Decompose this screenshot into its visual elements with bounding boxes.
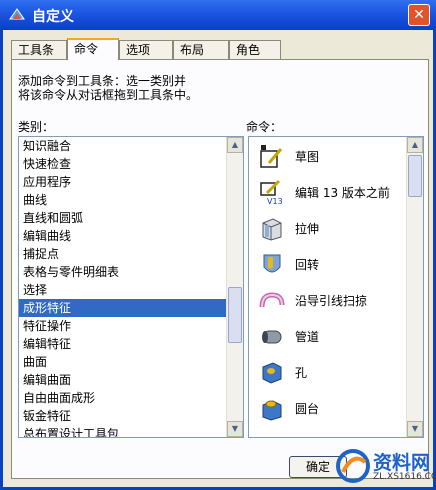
categories-items: 知识融合 快速检查 应用程序 曲线 直线和圆弧 编辑曲线 捕捉点 表格与零件明细… — [19, 137, 243, 437]
list-item[interactable]: 表格与零件明细表 — [19, 263, 243, 281]
watermark-text: 资料网 — [373, 452, 431, 474]
command-edit-v13[interactable]: V13 编辑 13 版本之前 — [255, 175, 405, 211]
list-item[interactable]: 曲线 — [19, 191, 243, 209]
sweep-along-guide-icon — [259, 292, 285, 308]
list-item[interactable]: 自由曲面成形 — [19, 389, 243, 407]
svg-text:V13: V13 — [267, 197, 283, 205]
list-item[interactable]: 编辑曲线 — [19, 227, 243, 245]
hole-icon — [262, 362, 282, 384]
scroll-thumb[interactable] — [228, 287, 242, 343]
watermark-logo-icon — [336, 449, 370, 483]
window-title: 自定义 — [32, 9, 74, 25]
tab-roles[interactable]: 角色 — [229, 40, 281, 59]
list-item[interactable]: 快速检查 — [19, 155, 243, 173]
command-label: 拉伸 — [295, 222, 320, 236]
list-item[interactable]: 钣金特征 — [19, 407, 243, 425]
command-label: 草图 — [295, 150, 320, 164]
customize-dialog: 自定义 ✕ 工具条 命令 选项 布局 角色 添加命令到工具条：选一类别并 将该命… — [0, 0, 436, 490]
watermark-url: ZL.XS1616.COM — [373, 472, 436, 482]
tab-commands[interactable]: 命令 — [67, 38, 119, 60]
watermark: 资料网 ZL.XS1616.COM — [333, 444, 436, 488]
extrude-icon — [262, 218, 282, 241]
list-item[interactable]: 编辑曲面 — [19, 371, 243, 389]
list-item[interactable]: 应用程序 — [19, 173, 243, 191]
list-item[interactable]: 选择 — [19, 281, 243, 299]
list-item[interactable]: 总布置设计工具包 — [19, 425, 243, 437]
command-extrude[interactable]: 拉伸 — [255, 211, 405, 247]
list-item[interactable]: 编辑特征 — [19, 335, 243, 353]
list-item[interactable]: 直线和圆弧 — [19, 209, 243, 227]
command-sketch[interactable]: 草图 — [255, 139, 405, 175]
list-item[interactable]: 特征操作 — [19, 317, 243, 335]
scroll-up-arrow-icon[interactable]: ▲ — [407, 137, 423, 153]
close-button[interactable]: ✕ — [408, 4, 430, 26]
tab-toolbars[interactable]: 工具条 — [11, 40, 67, 59]
command-label: 管道 — [295, 330, 320, 344]
tab-options[interactable]: 选项 — [119, 40, 173, 59]
categories-scrollbar[interactable]: ▲ ▼ — [226, 137, 243, 437]
scroll-down-arrow-icon[interactable]: ▼ — [407, 421, 423, 437]
app-logo-icon — [9, 8, 25, 20]
command-sweep-along-guide[interactable]: 沿导引线扫掠 — [255, 283, 405, 319]
command-label: 孔 — [295, 366, 308, 380]
list-item-selected[interactable]: 成形特征 — [19, 299, 243, 317]
scroll-down-arrow-icon[interactable]: ▼ — [227, 421, 243, 437]
revolve-icon — [263, 254, 281, 273]
categories-list[interactable]: 知识融合 快速检查 应用程序 曲线 直线和圆弧 编辑曲线 捕捉点 表格与零件明细… — [18, 136, 244, 438]
scroll-thumb[interactable] — [408, 155, 422, 197]
instruction-line-2: 将该命令从对话框拖到工具条中。 — [18, 88, 199, 102]
commands-label: 命令： — [246, 120, 283, 134]
command-tube[interactable]: 管道 — [255, 319, 405, 355]
list-item[interactable]: 曲面 — [19, 353, 243, 371]
edit-v13-icon: V13 — [260, 179, 283, 205]
scroll-up-arrow-icon[interactable]: ▲ — [227, 137, 243, 153]
title-bar[interactable]: 自定义 ✕ — [0, 0, 436, 30]
command-label: 回转 — [295, 258, 320, 272]
command-hole[interactable]: 孔 — [255, 355, 405, 391]
tab-layout[interactable]: 布局 — [173, 40, 229, 59]
tube-icon — [262, 330, 282, 344]
command-label: 圆台 — [295, 402, 320, 416]
instruction-text: 添加命令到工具条：选一类别并 将该命令从对话框拖到工具条中。 — [18, 74, 198, 102]
commands-scrollbar[interactable]: ▲ ▼ — [406, 137, 423, 437]
list-item[interactable]: 知识融合 — [19, 137, 243, 155]
command-boss[interactable]: 圆台 — [255, 391, 405, 427]
list-item[interactable]: 捕捉点 — [19, 245, 243, 263]
commands-list[interactable]: 草图 V13 编辑 13 版本之前 拉伸 回转 沿导引线扫掠 管道 孔 圆台 ▲… — [248, 136, 424, 438]
commands-panel: 添加命令到工具条：选一类别并 将该命令从对话框拖到工具条中。 类别： 命令： 知… — [11, 59, 429, 479]
command-label: 编辑 13 版本之前 — [295, 186, 390, 200]
instruction-line-1: 添加命令到工具条：选一类别并 — [18, 74, 187, 88]
command-revolve[interactable]: 回转 — [255, 247, 405, 283]
command-label: 沿导引线扫掠 — [295, 294, 368, 308]
sketch-icon — [260, 145, 283, 168]
boss-icon — [262, 400, 282, 421]
categories-label: 类别： — [18, 120, 55, 134]
